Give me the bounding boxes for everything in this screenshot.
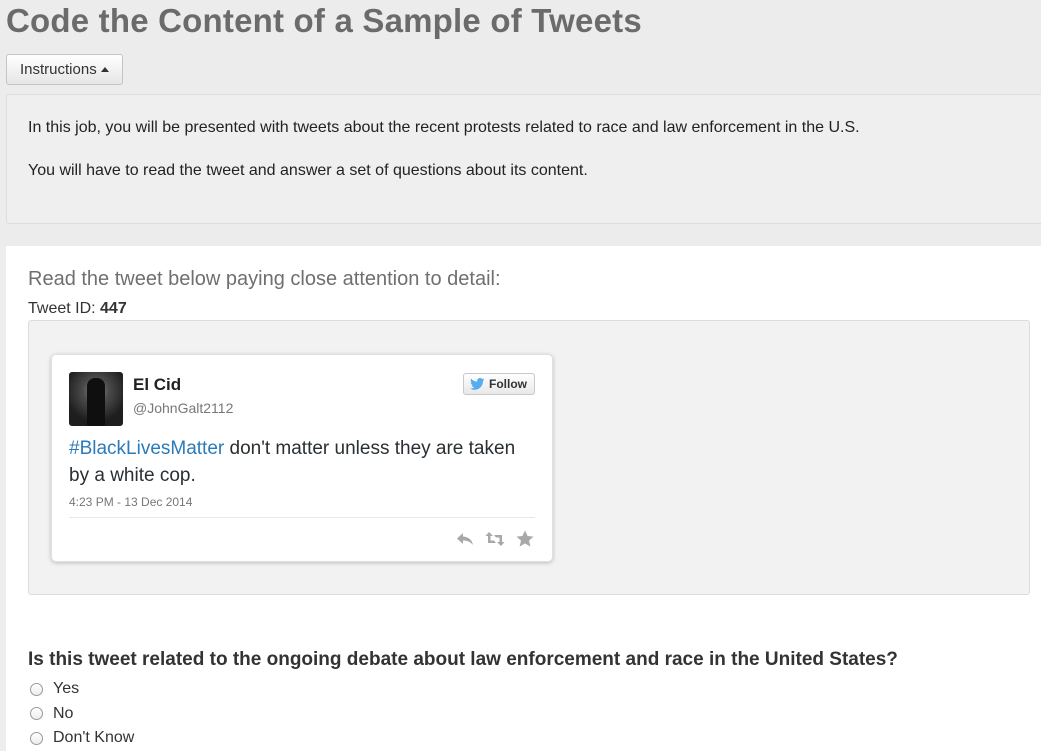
task-heading: Read the tweet below paying close attent… xyxy=(28,268,501,290)
option-yes[interactable]: Yes xyxy=(30,677,134,702)
tweet-id-value: 447 xyxy=(100,300,127,317)
instructions-line-2: You will have to read the tweet and answ… xyxy=(28,162,588,179)
tweet-container: El Cid @JohnGalt2112 Follow #BlackLivesM… xyxy=(28,320,1030,595)
tweet-user-handle[interactable]: @JohnGalt2112 xyxy=(133,400,233,416)
instructions-line-1: In this job, you will be presented with … xyxy=(28,119,860,136)
embedded-tweet[interactable]: El Cid @JohnGalt2112 Follow #BlackLivesM… xyxy=(51,354,553,562)
tweet-divider xyxy=(69,517,535,518)
avatar[interactable] xyxy=(69,372,123,426)
hashtag-link[interactable]: #BlackLivesMatter xyxy=(69,438,224,459)
option-no[interactable]: No xyxy=(30,702,134,727)
favorite-icon[interactable] xyxy=(515,529,535,549)
caret-up-icon xyxy=(100,66,109,72)
reply-icon[interactable] xyxy=(455,529,475,549)
retweet-icon[interactable] xyxy=(485,529,505,549)
option-label-no: No xyxy=(53,704,74,722)
tweet-text: #BlackLivesMatter don't matter unless th… xyxy=(69,435,539,489)
follow-button[interactable]: Follow xyxy=(463,373,535,395)
follow-label: Follow xyxy=(489,377,527,391)
tweet-timestamp[interactable]: 4:23 PM - 13 Dec 2014 xyxy=(69,495,192,509)
answer-options: Yes No Don't Know xyxy=(30,677,134,751)
tweet-id-label: Tweet ID: xyxy=(28,300,96,317)
header-region: Code the Content of a Sample of Tweets I… xyxy=(0,0,1041,246)
tweet-actions xyxy=(455,529,535,549)
option-dont-know[interactable]: Don't Know xyxy=(30,726,134,751)
tweet-user-name[interactable]: El Cid xyxy=(133,375,181,395)
twitter-bird-icon xyxy=(470,378,485,390)
page-title: Code the Content of a Sample of Tweets xyxy=(6,2,642,39)
instructions-button-label: Instructions xyxy=(20,61,97,78)
radio-yes[interactable] xyxy=(30,682,43,696)
question-text: Is this tweet related to the ongoing deb… xyxy=(28,649,898,670)
tweet-id: Tweet ID: 447 xyxy=(28,300,127,318)
option-label-yes: Yes xyxy=(53,680,80,698)
option-label-dont-know: Don't Know xyxy=(53,729,135,747)
task-panel: Read the tweet below paying close attent… xyxy=(6,246,1041,751)
instructions-panel: In this job, you will be presented with … xyxy=(6,94,1041,224)
instructions-toggle-button[interactable]: Instructions xyxy=(6,54,123,85)
radio-dont-know[interactable] xyxy=(30,731,43,745)
radio-no[interactable] xyxy=(30,707,43,721)
avatar-figure xyxy=(87,378,105,426)
